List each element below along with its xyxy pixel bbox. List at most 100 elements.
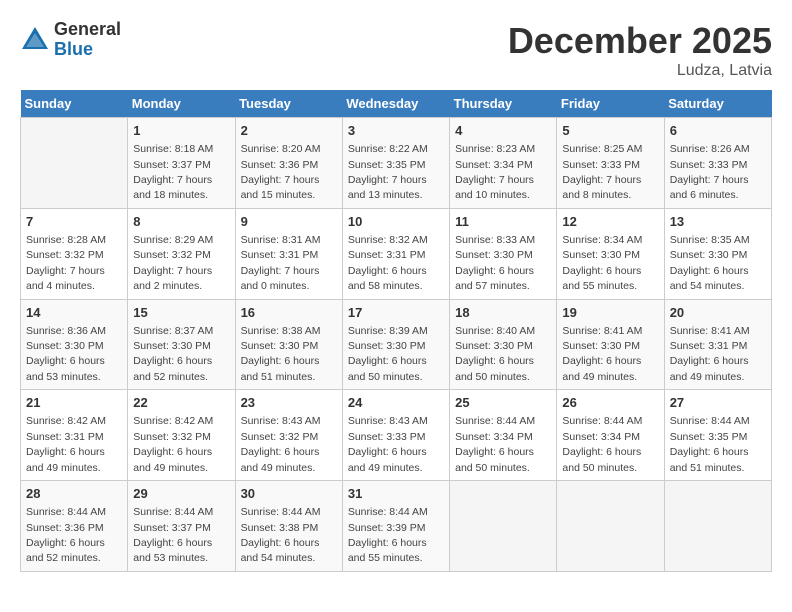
day-number: 3 bbox=[348, 122, 444, 140]
cell-info: Sunrise: 8:22 AMSunset: 3:35 PMDaylight:… bbox=[348, 143, 428, 201]
day-number: 23 bbox=[241, 394, 337, 412]
calendar-cell: 29Sunrise: 8:44 AMSunset: 3:37 PMDayligh… bbox=[128, 481, 235, 572]
calendar-cell bbox=[664, 481, 771, 572]
day-number: 1 bbox=[133, 122, 229, 140]
calendar-cell: 7 Sunrise: 8:28 AMSunset: 3:32 PMDaylight… bbox=[21, 208, 128, 299]
day-number: 12 bbox=[562, 213, 658, 231]
cell-info: Sunrise: 8:44 AMSunset: 3:34 PMDaylight:… bbox=[455, 415, 535, 473]
cell-info: Sunrise: 8:41 AMSunset: 3:31 PMDaylight:… bbox=[670, 325, 750, 383]
cell-info: Sunrise: 8:44 AMSunset: 3:37 PMDaylight:… bbox=[133, 506, 213, 564]
day-number: 27 bbox=[670, 394, 766, 412]
cell-info: Sunrise: 8:41 AMSunset: 3:30 PMDaylight:… bbox=[562, 325, 642, 383]
day-number: 19 bbox=[562, 304, 658, 322]
calendar-cell: 2 Sunrise: 8:20 AMSunset: 3:36 PMDaylight… bbox=[235, 118, 342, 209]
cell-info: Sunrise: 8:26 AMSunset: 3:33 PMDaylight:… bbox=[670, 143, 750, 201]
day-number: 5 bbox=[562, 122, 658, 140]
calendar-cell bbox=[21, 118, 128, 209]
day-number: 18 bbox=[455, 304, 551, 322]
cell-info: Sunrise: 8:28 AMSunset: 3:32 PMDaylight:… bbox=[26, 234, 106, 292]
cell-info: Sunrise: 8:43 AMSunset: 3:32 PMDaylight:… bbox=[241, 415, 321, 473]
cell-info: Sunrise: 8:42 AMSunset: 3:32 PMDaylight:… bbox=[133, 415, 213, 473]
cell-info: Sunrise: 8:34 AMSunset: 3:30 PMDaylight:… bbox=[562, 234, 642, 292]
day-number: 15 bbox=[133, 304, 229, 322]
cell-info: Sunrise: 8:37 AMSunset: 3:30 PMDaylight:… bbox=[133, 325, 213, 383]
calendar-cell: 18 Sunrise: 8:40 AMSunset: 3:30 PMDayligh… bbox=[450, 299, 557, 390]
calendar-cell: 16 Sunrise: 8:38 AMSunset: 3:30 PMDayligh… bbox=[235, 299, 342, 390]
calendar-cell: 15 Sunrise: 8:37 AMSunset: 3:30 PMDayligh… bbox=[128, 299, 235, 390]
calendar-cell: 10Sunrise: 8:32 AMSunset: 3:31 PMDayligh… bbox=[342, 208, 449, 299]
logo-general-text: General bbox=[54, 20, 121, 40]
calendar-cell: 5 Sunrise: 8:25 AMSunset: 3:33 PMDaylight… bbox=[557, 118, 664, 209]
header-cell-thursday: Thursday bbox=[450, 90, 557, 118]
cell-info: Sunrise: 8:29 AMSunset: 3:32 PMDaylight:… bbox=[133, 234, 213, 292]
header-cell-tuesday: Tuesday bbox=[235, 90, 342, 118]
day-number: 6 bbox=[670, 122, 766, 140]
calendar-cell: 13 Sunrise: 8:35 AMSunset: 3:30 PMDayligh… bbox=[664, 208, 771, 299]
calendar-cell: 22Sunrise: 8:42 AMSunset: 3:32 PMDayligh… bbox=[128, 390, 235, 481]
day-number: 31 bbox=[348, 485, 444, 503]
day-number: 7 bbox=[26, 213, 122, 231]
calendar-cell: 24 Sunrise: 8:43 AMSunset: 3:33 PMDayligh… bbox=[342, 390, 449, 481]
header-cell-sunday: Sunday bbox=[21, 90, 128, 118]
calendar-cell: 27 Sunrise: 8:44 AMSunset: 3:35 PMDayligh… bbox=[664, 390, 771, 481]
calendar-cell: 28 Sunrise: 8:44 AMSunset: 3:36 PMDayligh… bbox=[21, 481, 128, 572]
week-row-2: 7 Sunrise: 8:28 AMSunset: 3:32 PMDaylight… bbox=[21, 208, 772, 299]
day-number: 16 bbox=[241, 304, 337, 322]
day-number: 14 bbox=[26, 304, 122, 322]
calendar-cell bbox=[450, 481, 557, 572]
day-number: 26 bbox=[562, 394, 658, 412]
cell-info: Sunrise: 8:44 AMSunset: 3:35 PMDaylight:… bbox=[670, 415, 750, 473]
day-number: 28 bbox=[26, 485, 122, 503]
calendar-cell: 3 Sunrise: 8:22 AMSunset: 3:35 PMDaylight… bbox=[342, 118, 449, 209]
calendar-cell: 21Sunrise: 8:42 AMSunset: 3:31 PMDayligh… bbox=[21, 390, 128, 481]
header-cell-monday: Monday bbox=[128, 90, 235, 118]
week-row-3: 14 Sunrise: 8:36 AMSunset: 3:30 PMDayligh… bbox=[21, 299, 772, 390]
calendar-cell: 14 Sunrise: 8:36 AMSunset: 3:30 PMDayligh… bbox=[21, 299, 128, 390]
week-row-4: 21Sunrise: 8:42 AMSunset: 3:31 PMDayligh… bbox=[21, 390, 772, 481]
calendar-cell bbox=[557, 481, 664, 572]
header-cell-friday: Friday bbox=[557, 90, 664, 118]
logo-blue-text: Blue bbox=[54, 40, 121, 60]
calendar-table: SundayMondayTuesdayWednesdayThursdayFrid… bbox=[20, 90, 772, 572]
cell-info: Sunrise: 8:44 AMSunset: 3:38 PMDaylight:… bbox=[241, 506, 321, 564]
week-row-1: 1Sunrise: 8:18 AMSunset: 3:37 PMDaylight… bbox=[21, 118, 772, 209]
calendar-cell: 6 Sunrise: 8:26 AMSunset: 3:33 PMDaylight… bbox=[664, 118, 771, 209]
day-number: 8 bbox=[133, 213, 229, 231]
cell-info: Sunrise: 8:31 AMSunset: 3:31 PMDaylight:… bbox=[241, 234, 321, 292]
cell-info: Sunrise: 8:36 AMSunset: 3:30 PMDaylight:… bbox=[26, 325, 106, 383]
header-row: SundayMondayTuesdayWednesdayThursdayFrid… bbox=[21, 90, 772, 118]
cell-info: Sunrise: 8:44 AMSunset: 3:36 PMDaylight:… bbox=[26, 506, 106, 564]
day-number: 13 bbox=[670, 213, 766, 231]
day-number: 2 bbox=[241, 122, 337, 140]
page-header: General Blue December 2025 Ludza, Latvia bbox=[20, 20, 772, 80]
header-cell-wednesday: Wednesday bbox=[342, 90, 449, 118]
calendar-cell: 20Sunrise: 8:41 AMSunset: 3:31 PMDayligh… bbox=[664, 299, 771, 390]
cell-info: Sunrise: 8:23 AMSunset: 3:34 PMDaylight:… bbox=[455, 143, 535, 201]
calendar-cell: 12 Sunrise: 8:34 AMSunset: 3:30 PMDayligh… bbox=[557, 208, 664, 299]
day-number: 11 bbox=[455, 213, 551, 231]
cell-info: Sunrise: 8:33 AMSunset: 3:30 PMDaylight:… bbox=[455, 234, 535, 292]
title-block: December 2025 Ludza, Latvia bbox=[508, 20, 772, 80]
cell-info: Sunrise: 8:38 AMSunset: 3:30 PMDaylight:… bbox=[241, 325, 321, 383]
cell-info: Sunrise: 8:35 AMSunset: 3:30 PMDaylight:… bbox=[670, 234, 750, 292]
day-number: 4 bbox=[455, 122, 551, 140]
cell-info: Sunrise: 8:42 AMSunset: 3:31 PMDaylight:… bbox=[26, 415, 106, 473]
cell-info: Sunrise: 8:20 AMSunset: 3:36 PMDaylight:… bbox=[241, 143, 321, 201]
calendar-cell: 31 Sunrise: 8:44 AMSunset: 3:39 PMDayligh… bbox=[342, 481, 449, 572]
header-cell-saturday: Saturday bbox=[664, 90, 771, 118]
cell-info: Sunrise: 8:25 AMSunset: 3:33 PMDaylight:… bbox=[562, 143, 642, 201]
calendar-cell: 26Sunrise: 8:44 AMSunset: 3:34 PMDayligh… bbox=[557, 390, 664, 481]
calendar-cell: 9 Sunrise: 8:31 AMSunset: 3:31 PMDaylight… bbox=[235, 208, 342, 299]
location: Ludza, Latvia bbox=[508, 62, 772, 80]
week-row-5: 28 Sunrise: 8:44 AMSunset: 3:36 PMDayligh… bbox=[21, 481, 772, 572]
day-number: 17 bbox=[348, 304, 444, 322]
calendar-cell: 23 Sunrise: 8:43 AMSunset: 3:32 PMDayligh… bbox=[235, 390, 342, 481]
calendar-cell: 25Sunrise: 8:44 AMSunset: 3:34 PMDayligh… bbox=[450, 390, 557, 481]
cell-info: Sunrise: 8:43 AMSunset: 3:33 PMDaylight:… bbox=[348, 415, 428, 473]
cell-info: Sunrise: 8:40 AMSunset: 3:30 PMDaylight:… bbox=[455, 325, 535, 383]
cell-info: Sunrise: 8:32 AMSunset: 3:31 PMDaylight:… bbox=[348, 234, 428, 292]
cell-info: Sunrise: 8:39 AMSunset: 3:30 PMDaylight:… bbox=[348, 325, 428, 383]
cell-info: Sunrise: 8:44 AMSunset: 3:39 PMDaylight:… bbox=[348, 506, 428, 564]
day-number: 24 bbox=[348, 394, 444, 412]
day-number: 9 bbox=[241, 213, 337, 231]
